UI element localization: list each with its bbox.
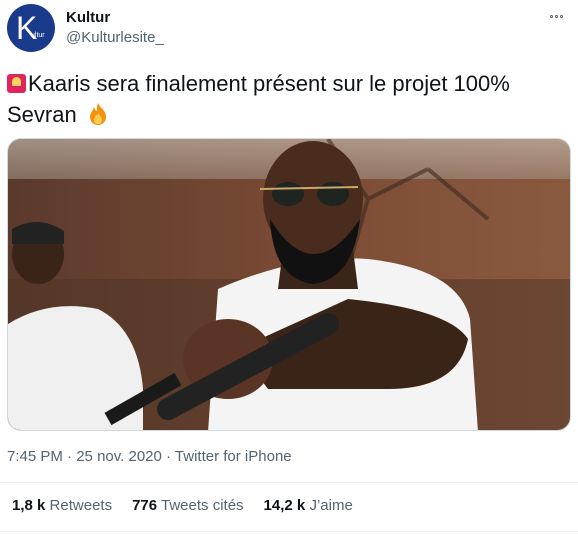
retweets-stat[interactable]: 1,8 k Retweets: [12, 497, 112, 514]
tweet-text-line2: Sevran: [7, 102, 77, 127]
tweet-text: Kaaris sera finalement présent sur le pr…: [7, 68, 567, 130]
author-handle[interactable]: @Kulturlesite_: [66, 29, 164, 46]
avatar-subtext: ultur: [31, 32, 45, 39]
avatar[interactable]: K ultur: [7, 4, 55, 52]
tweet-source-link[interactable]: Twitter for iPhone: [175, 448, 292, 465]
author-name[interactable]: Kultur: [66, 9, 110, 26]
siren-icon: [7, 74, 26, 93]
tweet-time-link[interactable]: 7:45 PM · 25 nov. 2020: [7, 448, 162, 465]
fire-icon: [89, 103, 106, 125]
divider-top: [0, 482, 578, 483]
tweet-text-line1: Kaaris sera finalement présent sur le pr…: [28, 71, 510, 96]
meta-separator: ·: [161, 448, 175, 465]
tweet-stats: 1,8 k Retweets 776 Tweets cités 14,2 k J…: [12, 497, 353, 514]
tweet-photo[interactable]: [7, 138, 571, 431]
more-options-icon[interactable]: [546, 8, 566, 24]
tweet-header: K ultur Kultur @Kulturlesite_: [0, 0, 578, 60]
likes-stat[interactable]: 14,2 k J’aime: [264, 497, 353, 514]
photo-image: [8, 139, 570, 430]
quote-tweets-stat[interactable]: 776 Tweets cités: [132, 497, 243, 514]
tweet-meta: 7:45 PM · 25 nov. 2020 · Twitter for iPh…: [7, 448, 292, 465]
divider-bottom: [0, 531, 578, 532]
avatar-letter: K: [16, 10, 38, 46]
